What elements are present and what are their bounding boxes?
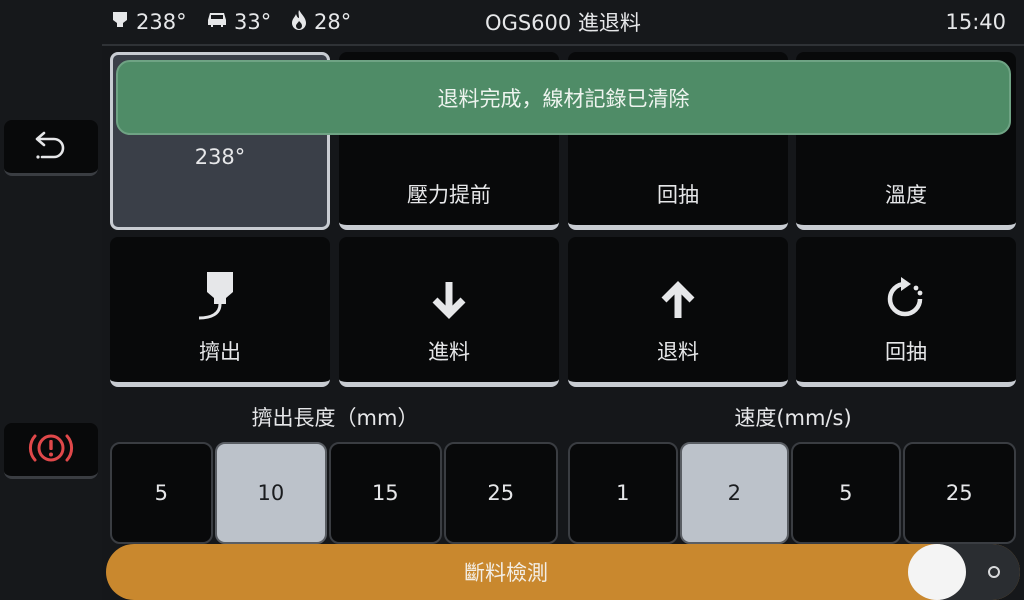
top-bar: 238° 33° 28° OGS600 進退料 15:40	[102, 0, 1024, 46]
extruder-temp-value: 238°	[136, 10, 187, 34]
speed-option[interactable]: 2	[679, 442, 790, 544]
extrude-button[interactable]: 擠出	[110, 237, 330, 387]
speed-option[interactable]: 5	[791, 442, 901, 544]
length-option[interactable]: 10	[214, 442, 328, 544]
chamber-temp-indicator[interactable]: 28°	[290, 0, 351, 44]
clock: 15:40	[945, 10, 1006, 34]
bed-temp-indicator[interactable]: 33°	[206, 0, 271, 44]
extruder-icon	[110, 10, 136, 35]
toggle-knob[interactable]	[908, 544, 966, 600]
unload-filament-button[interactable]: 退料	[568, 237, 788, 387]
bed-temp-value: 33°	[234, 10, 272, 34]
arrow-down-icon	[427, 278, 471, 326]
tile-label: 回抽	[885, 340, 927, 364]
toggle-off-indicator-icon	[988, 566, 1000, 578]
flame-icon	[290, 9, 314, 36]
left-rail	[0, 0, 102, 600]
back-button[interactable]	[4, 120, 98, 176]
retract-icon	[883, 276, 929, 326]
tile-label: 溫度	[885, 183, 927, 207]
back-icon	[34, 129, 68, 165]
bed-icon	[206, 10, 234, 34]
speed-title: 速度(mm/s)	[734, 406, 852, 430]
filament-sensor-toggle[interactable]: 斷料檢測	[106, 544, 1020, 600]
tile-label: 進料	[428, 340, 470, 364]
chamber-temp-value: 28°	[314, 10, 352, 34]
extrude-length-selector: 5 10 15 25	[110, 442, 560, 544]
length-option[interactable]: 25	[443, 442, 558, 544]
extruder-temp-indicator[interactable]: 238°	[110, 0, 187, 44]
speed-option[interactable]: 1	[568, 442, 678, 544]
speed-option[interactable]: 25	[902, 442, 1016, 544]
toast-notification[interactable]: 退料完成，線材記錄已清除	[116, 60, 1011, 135]
load-filament-button[interactable]: 進料	[339, 237, 559, 387]
retract-button[interactable]: 回抽	[796, 237, 1016, 387]
tile-label: 擠出	[199, 340, 241, 364]
emergency-stop-button[interactable]	[4, 423, 98, 479]
tile-label: 退料	[657, 340, 699, 364]
arrow-up-icon	[656, 278, 700, 326]
length-option[interactable]: 15	[329, 442, 442, 544]
emergency-stop-icon	[27, 430, 75, 470]
tile-label: 238°	[194, 145, 246, 169]
extrude-icon	[195, 270, 245, 326]
filament-sensor-label: 斷料檢測	[464, 561, 548, 585]
speed-selector: 1 2 5 25	[568, 442, 1018, 544]
length-option[interactable]: 5	[110, 442, 213, 544]
extrude-length-title: 擠出長度（mm）	[251, 406, 419, 430]
tile-label: 回抽	[657, 183, 699, 207]
tile-label: 壓力提前	[407, 183, 491, 207]
